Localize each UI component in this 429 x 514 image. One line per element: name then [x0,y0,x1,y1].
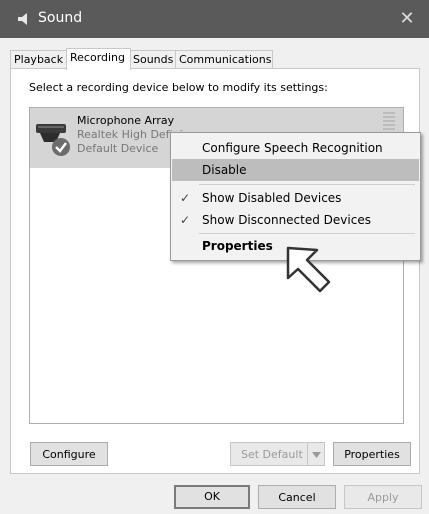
recording-panel: Select a recording device below to modif… [10,68,420,474]
tab-sounds[interactable]: Sounds [129,50,178,69]
sound-dialog: Sound ✕ Playback Recording Sounds Commun… [0,0,429,514]
menu-item-label: Configure Speech Recognition [202,141,383,155]
configure-button[interactable]: Configure [30,442,108,466]
menu-separator [199,184,415,185]
chevron-down-icon [311,452,321,458]
menu-item-show-disconnected[interactable]: ✓ Show Disconnected Devices [172,209,419,231]
apply-button: Apply [344,485,422,509]
check-icon: ✓ [180,213,191,227]
menu-item-disable[interactable]: Disable [172,159,419,181]
microphone-device-icon [36,124,70,156]
set-default-dropdown [307,442,325,466]
set-default-button: Set Default [230,442,308,466]
device-status: Default Device [77,142,159,155]
menu-separator [199,233,415,234]
tab-recording[interactable]: Recording [66,48,131,70]
properties-button[interactable]: Properties [333,442,411,466]
menu-item-configure-speech[interactable]: Configure Speech Recognition [172,137,419,159]
speaker-icon [18,13,27,25]
menu-item-label: Properties [202,239,273,253]
menu-item-label: Show Disconnected Devices [202,213,371,227]
set-default-label: Set Default [241,448,303,461]
title-bar[interactable]: Sound ✕ [0,0,429,38]
menu-item-label: Disable [202,163,247,177]
menu-item-show-disabled[interactable]: ✓ Show Disabled Devices [172,187,419,209]
window-title: Sound [38,10,83,26]
device-driver: Realtek High Defini [77,128,183,141]
pointer-arrow-icon [286,246,331,293]
instruction-text: Select a recording device below to modif… [29,81,328,94]
menu-item-label: Show Disabled Devices [202,191,342,205]
tab-communications[interactable]: Communications [175,50,273,69]
cancel-button[interactable]: Cancel [258,485,336,509]
close-button[interactable]: ✕ [395,7,419,31]
ok-button[interactable]: OK [174,485,250,509]
device-name: Microphone Array [77,114,175,127]
check-icon: ✓ [180,191,191,205]
tab-playback[interactable]: Playback [10,50,68,69]
